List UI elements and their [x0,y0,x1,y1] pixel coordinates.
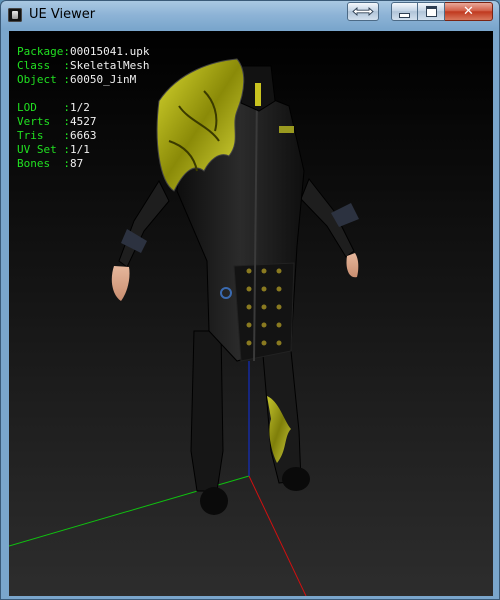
info-value: 87 [69,157,84,170]
mesh-info-overlay: Package: 00015041.upk Class : SkeletalMesh… [17,45,149,171]
minimize-icon [399,12,410,18]
ue-viewer-window: UE Viewer ✕ Package: 00015041.upk Class … [0,0,500,600]
title-bar[interactable]: UE Viewer ✕ [1,1,500,29]
toggle-fullscreen-button[interactable] [347,2,379,21]
info-value: 00015041.upk [69,45,150,58]
info-row-tris: Tris :6663 [17,129,149,143]
info-row-class: Class : SkeletalMesh [17,59,149,73]
info-key: Object : [17,73,70,86]
info-value: 1/2 [69,101,90,114]
close-icon: ✕ [463,4,474,19]
minimize-button[interactable] [391,2,418,21]
info-row-verts: Verts :4527 [17,115,149,129]
maximize-button[interactable] [418,2,445,21]
close-button[interactable]: ✕ [445,2,493,21]
info-key: Bones : [17,157,70,170]
3d-viewport[interactable]: Package: 00015041.upk Class : SkeletalMesh… [9,31,493,596]
info-value: 1/1 [69,143,90,156]
red-axis-line [248,475,307,596]
info-key: LOD : [17,101,70,114]
info-key: Class : [17,59,70,72]
info-key: Tris : [17,129,70,142]
info-row-uv-set: UV Set :1/1 [17,143,149,157]
info-row-bones: Bones :87 [17,157,149,171]
info-row-package: Package: 00015041.upk [17,45,149,59]
info-value: 4527 [69,115,97,128]
double-arrow-icon [352,7,374,16]
window-title: UE Viewer [29,7,96,22]
info-key: UV Set : [17,143,70,156]
info-row-object: Object :60050_JinM [17,73,149,87]
info-value: 6663 [69,129,97,142]
app-icon[interactable] [8,8,22,22]
info-key: Package: [17,45,70,58]
info-row-lod: LOD :1/2 [17,101,149,115]
info-key: Verts : [17,115,70,128]
info-value: SkeletalMesh [69,59,150,72]
info-value: 60050_JinM [69,73,137,86]
maximize-icon [425,6,437,17]
